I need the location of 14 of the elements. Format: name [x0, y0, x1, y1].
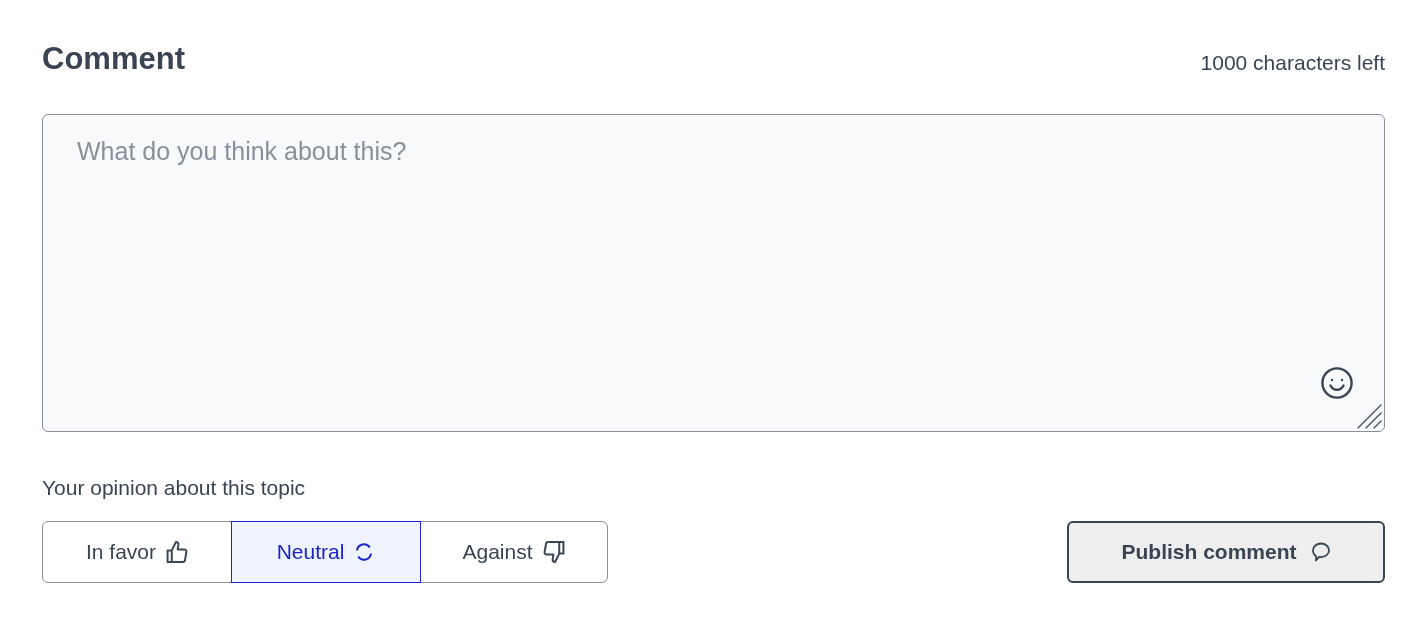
speech-bubble-icon [1310, 542, 1331, 562]
opinion-label: Your opinion about this topic [42, 475, 307, 501]
circle-icon [354, 542, 375, 562]
opinion-option[interactable]: Neutral [230, 521, 421, 583]
smiley-icon[interactable] [1321, 367, 1353, 399]
resize-handle-icon[interactable] [1357, 404, 1382, 429]
thumbs-down-icon [542, 541, 565, 563]
comment-field[interactable]: What do you think about this? [42, 114, 1385, 432]
opinion-option[interactable]: Against [419, 521, 608, 583]
publish-comment-button[interactable]: Publish comment [1067, 521, 1385, 583]
thumbs-up-icon [166, 541, 188, 563]
characters-left-counter: 1000 characters left [1200, 50, 1385, 76]
opinion-option[interactable]: In favor [42, 521, 232, 583]
comment-heading: Comment [42, 40, 185, 77]
